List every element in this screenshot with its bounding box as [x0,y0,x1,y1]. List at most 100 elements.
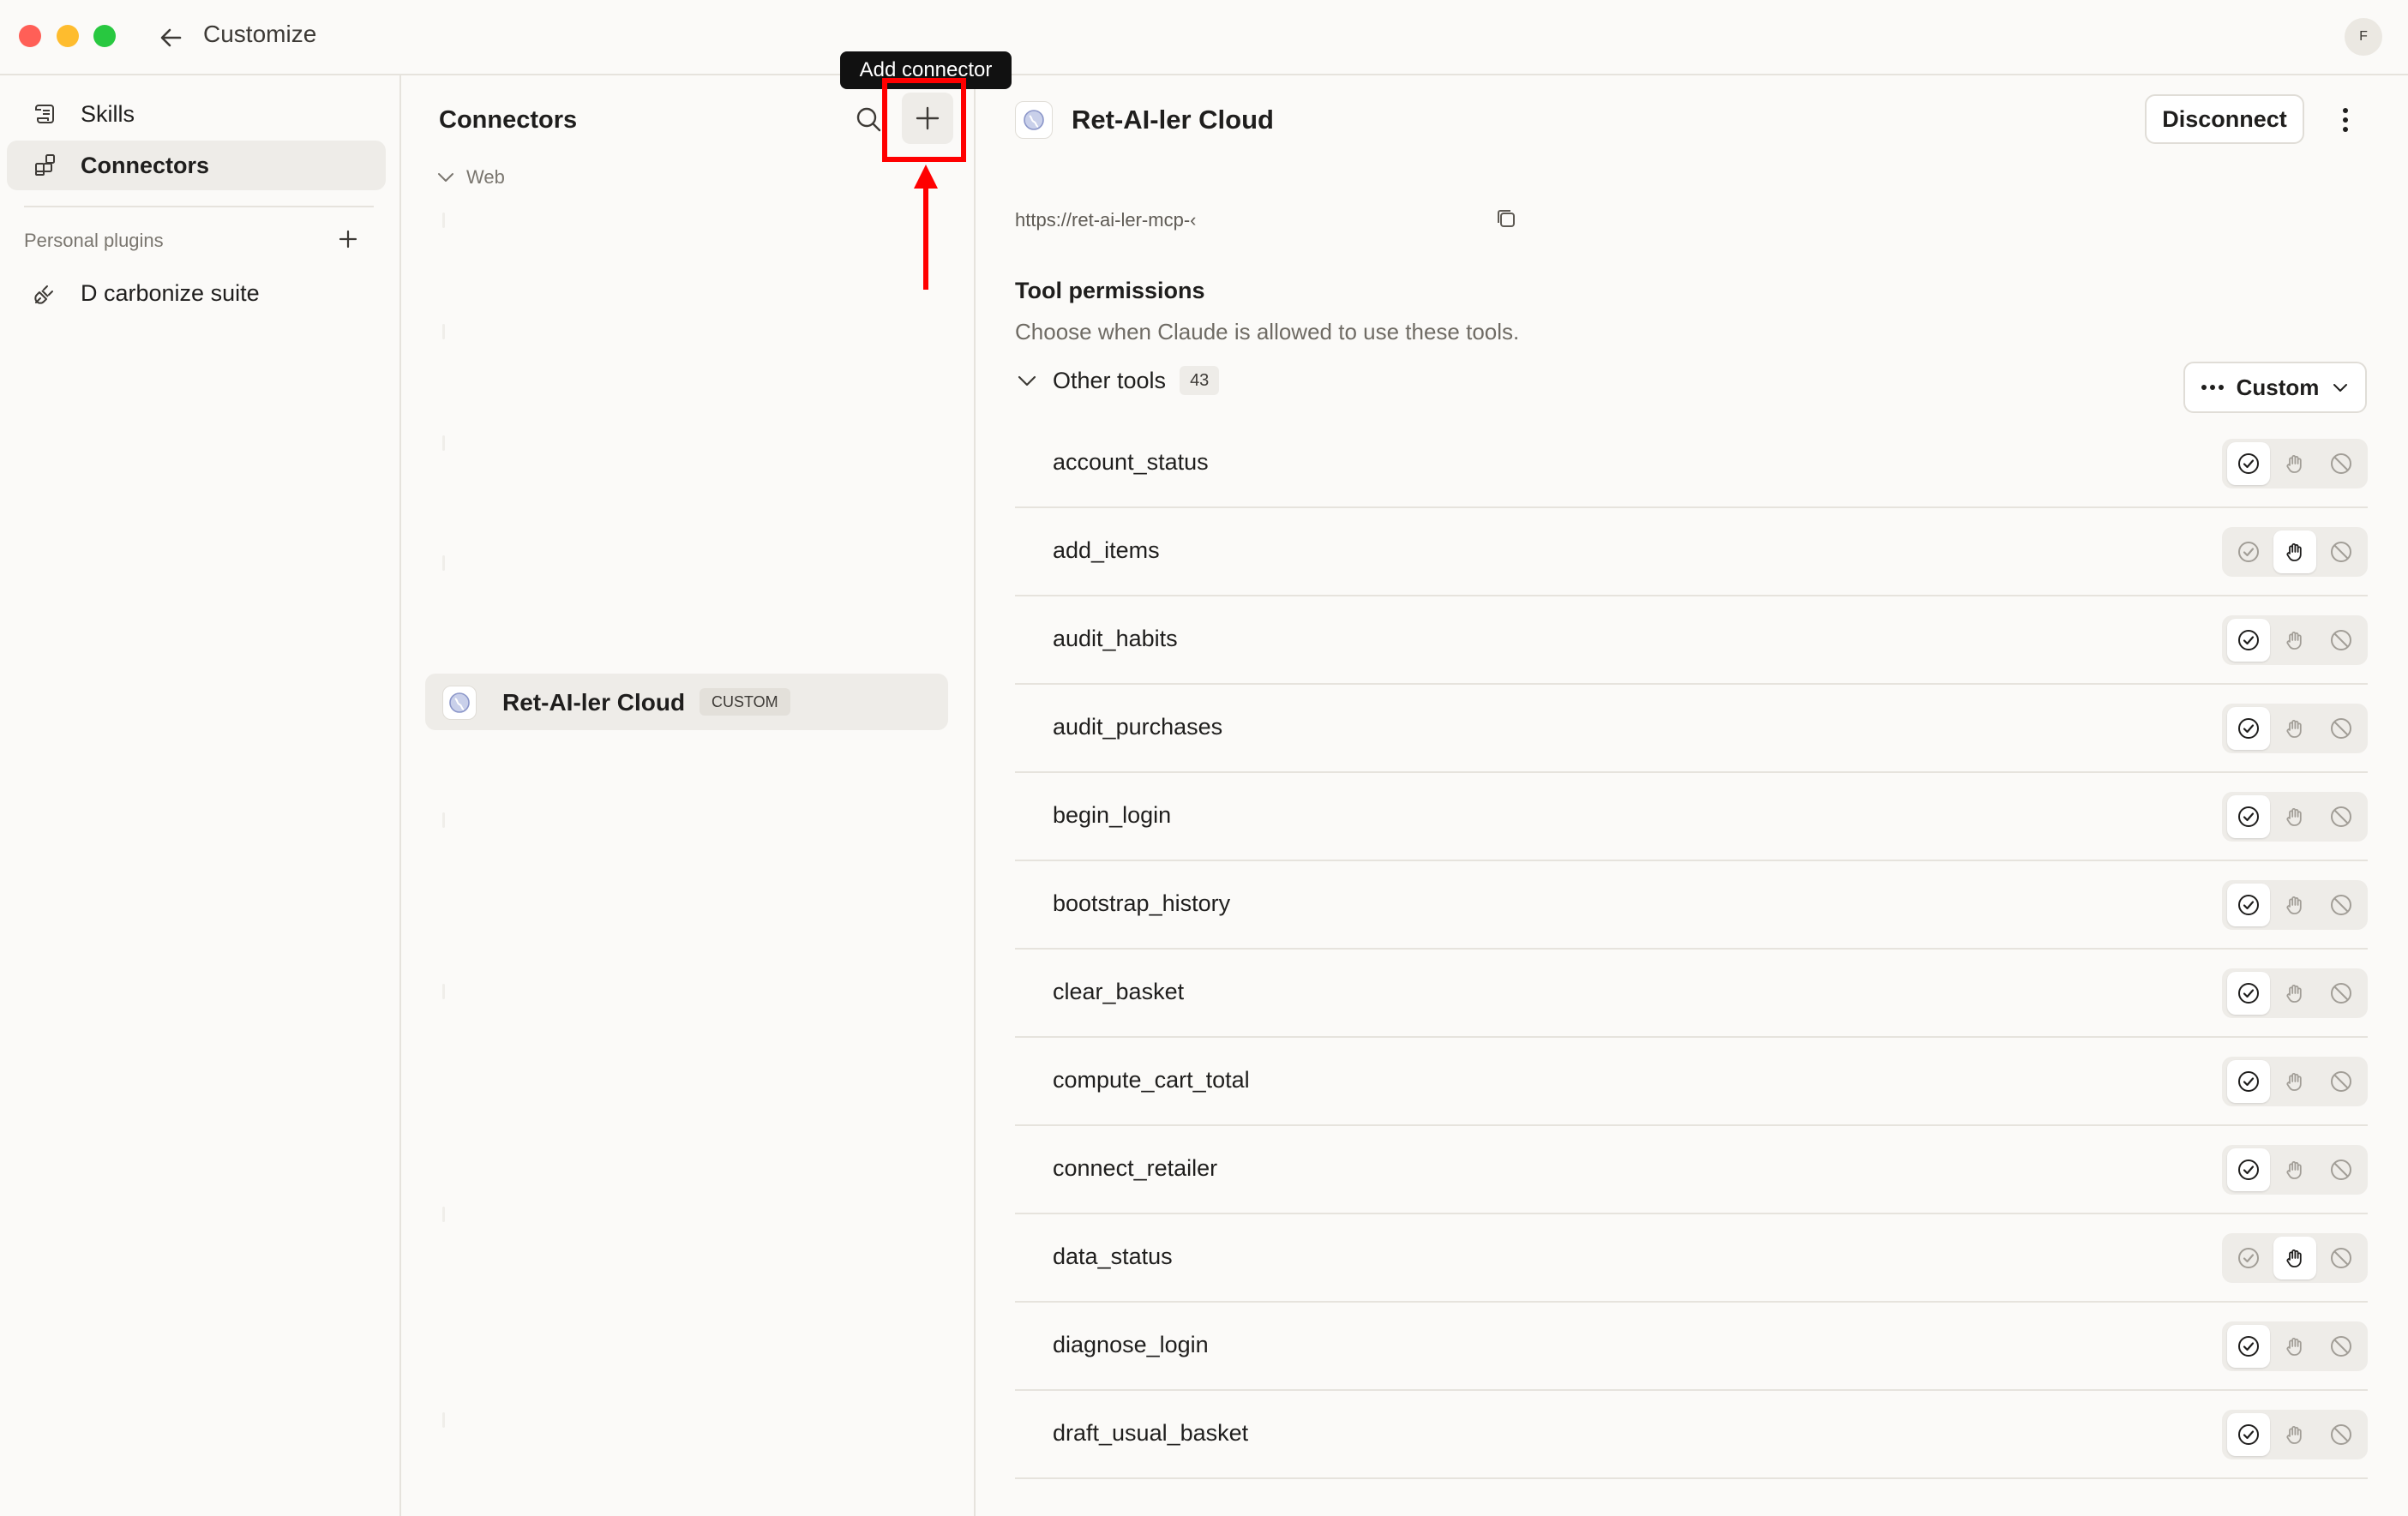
needs-approval-button[interactable] [2273,1413,2316,1456]
search-icon[interactable] [854,105,885,135]
copy-icon[interactable] [1493,206,1519,231]
block-button[interactable] [2320,1148,2363,1191]
permission-toggle [2222,880,2368,930]
hand-icon [2286,808,2302,826]
needs-approval-button[interactable] [2273,707,2316,750]
block-icon [2331,1071,2351,1092]
hand-icon [2286,1249,2302,1267]
check-circle-icon [2238,895,2259,915]
custom-badge: CUSTOM [700,688,790,716]
always-allow-button[interactable] [2227,1148,2270,1191]
app-window: Customize F Skills Connectors Personal p… [0,0,2408,1516]
sidebar-item-label: Connectors [81,152,210,178]
back-arrow-icon[interactable] [154,21,189,55]
needs-approval-button[interactable] [2273,1148,2316,1191]
always-allow-button[interactable] [2227,1237,2270,1279]
always-allow-button[interactable] [2227,1413,2270,1456]
placeholder-row [442,555,445,571]
always-allow-button[interactable] [2227,619,2270,662]
always-allow-button[interactable] [2227,442,2270,485]
always-allow-button[interactable] [2227,1060,2270,1103]
tool-name: compute_cart_total [1053,1067,1250,1093]
placeholder-row [442,1207,445,1222]
block-button[interactable] [2320,707,2363,750]
minimize-window-button[interactable] [57,25,79,47]
needs-approval-button[interactable] [2273,972,2316,1015]
needs-approval-button[interactable] [2273,530,2316,573]
tool-row: clear_basket [1015,950,2368,1038]
block-button[interactable] [2320,1413,2363,1456]
hand-icon [2286,1073,2302,1091]
hand-icon [2286,896,2302,914]
always-allow-button[interactable] [2227,707,2270,750]
tool-name: account_status [1053,449,1209,475]
permission-mode-dropdown[interactable]: Custom [2183,362,2367,413]
needs-approval-button[interactable] [2273,1060,2316,1103]
always-allow-button[interactable] [2227,795,2270,838]
chevron-down-icon [2333,384,2348,392]
needs-approval-button[interactable] [2273,619,2316,662]
tool-row: account_status [1015,420,2368,508]
disconnect-button[interactable]: Disconnect [2145,94,2304,144]
needs-approval-button[interactable] [2273,1325,2316,1368]
hand-icon [2286,632,2302,650]
tool-row: compute_cart_total [1015,1038,2368,1126]
tool-row: add_items [1015,508,2368,596]
block-icon [2331,718,2351,739]
more-options-icon[interactable] [2328,103,2363,137]
block-button[interactable] [2320,1060,2363,1103]
needs-approval-button[interactable] [2273,1237,2316,1279]
add-plugin-icon[interactable] [336,227,360,251]
tool-name: diagnose_login [1053,1332,1209,1357]
always-allow-button[interactable] [2227,884,2270,926]
close-window-button[interactable] [19,25,41,47]
placeholder-row [442,213,445,228]
block-icon [2331,895,2351,915]
needs-approval-button[interactable] [2273,795,2316,838]
needs-approval-button[interactable] [2273,884,2316,926]
check-circle-icon [2238,542,2259,562]
scroll-icon [35,105,54,123]
sidebar-item-connectors[interactable]: Connectors [7,141,386,190]
block-button[interactable] [2320,795,2363,838]
sidebar-item-skills[interactable]: Skills [7,89,386,139]
tool-name: begin_login [1053,802,1172,828]
blocks-icon [35,154,55,176]
always-allow-button[interactable] [2227,530,2270,573]
block-icon [2331,1248,2351,1268]
block-button[interactable] [2320,619,2363,662]
block-icon [2331,983,2351,1004]
avatar[interactable]: F [2345,18,2382,56]
block-button[interactable] [2320,884,2363,926]
tool-list: account_status add_items audit_habits audit… [1015,420,2368,1479]
tool-group-toggle[interactable]: Other tools 43 [1015,363,1220,398]
tool-row: bootstrap_history [1015,861,2368,950]
block-button[interactable] [2320,972,2363,1015]
tool-group-label: Other tools [1053,367,1167,393]
block-button[interactable] [2320,442,2363,485]
connector-url: https://ret-ai-ler-mcp-‹ [1015,209,1197,231]
tool-row: diagnose_login [1015,1303,2368,1391]
block-button[interactable] [2320,530,2363,573]
tool-name: audit_purchases [1053,714,1223,740]
permission-toggle [2222,704,2368,753]
sidebar-item-plugin[interactable]: D carbonize suite [7,268,386,318]
placeholder-row [442,984,445,999]
title-bar: Customize F [0,0,2408,75]
permission-toggle [2222,1233,2368,1283]
connector-detail: Ret-AI-ler Cloud Disconnect https://ret-… [976,75,2408,1516]
block-button[interactable] [2320,1237,2363,1279]
maximize-window-button[interactable] [93,25,116,47]
block-icon [2331,1424,2351,1445]
tool-name: draft_usual_basket [1053,1420,1249,1446]
web-group-toggle[interactable]: Web [435,165,505,190]
check-circle-icon [2238,806,2259,827]
connector-item-selected[interactable]: Ret-AI-ler Cloud CUSTOM [425,674,948,730]
needs-approval-button[interactable] [2273,442,2316,485]
check-circle-icon [2238,718,2259,739]
check-circle-icon [2238,1336,2259,1357]
hand-icon [2286,720,2302,738]
block-button[interactable] [2320,1325,2363,1368]
always-allow-button[interactable] [2227,972,2270,1015]
always-allow-button[interactable] [2227,1325,2270,1368]
